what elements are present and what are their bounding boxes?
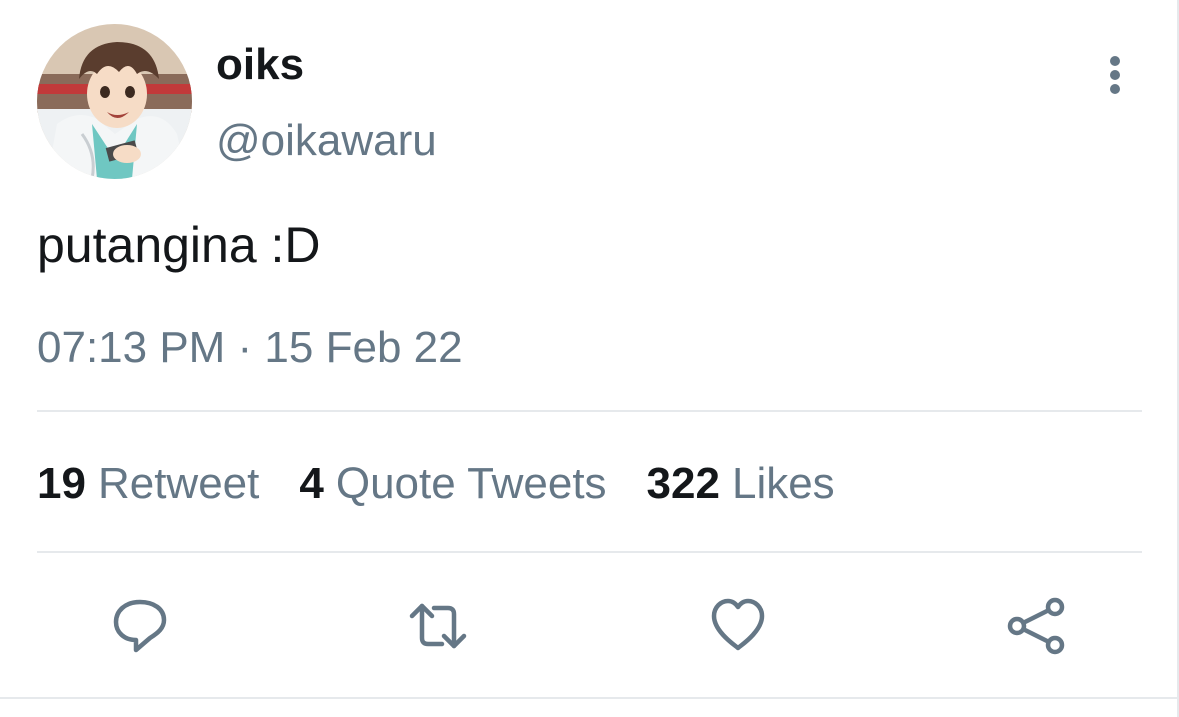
like-button[interactable] xyxy=(708,596,768,656)
likes-label: Likes xyxy=(731,459,835,508)
likes-stat[interactable]: 322 Likes xyxy=(647,457,835,511)
reply-icon xyxy=(113,599,167,653)
tweet-stats: 19 Retweet 4 Quote Tweets 322 Likes xyxy=(37,457,875,511)
user-handle[interactable]: @oikawaru xyxy=(216,114,437,168)
reply-button[interactable] xyxy=(110,596,170,656)
avatar[interactable] xyxy=(37,24,192,179)
tweet-text: putangina :D xyxy=(37,217,321,273)
bottom-divider xyxy=(0,697,1179,699)
quote-tweets-label: Quote Tweets xyxy=(335,459,607,508)
anime-character-avatar xyxy=(37,24,192,179)
retweets-label: Retweet xyxy=(97,459,260,508)
likes-count: 322 xyxy=(646,459,720,508)
share-icon xyxy=(1007,597,1065,655)
retweets-stat[interactable]: 19 Retweet xyxy=(37,457,259,511)
heart-icon xyxy=(711,598,765,651)
divider xyxy=(37,551,1142,553)
display-name[interactable]: oiks xyxy=(216,38,304,92)
retweet-icon xyxy=(409,603,467,649)
share-button[interactable] xyxy=(1006,596,1066,656)
tweet-timestamp[interactable]: 07:13 PM · 15 Feb 22 xyxy=(37,321,463,375)
vertical-ellipsis-icon xyxy=(1110,56,1120,94)
retweets-count: 19 xyxy=(37,459,86,508)
quote-tweets-stat[interactable]: 4 Quote Tweets xyxy=(299,457,606,511)
quote-tweets-count: 4 xyxy=(299,459,324,508)
more-options-button[interactable] xyxy=(1096,50,1136,102)
retweet-button[interactable] xyxy=(408,596,468,656)
divider xyxy=(37,410,1142,412)
